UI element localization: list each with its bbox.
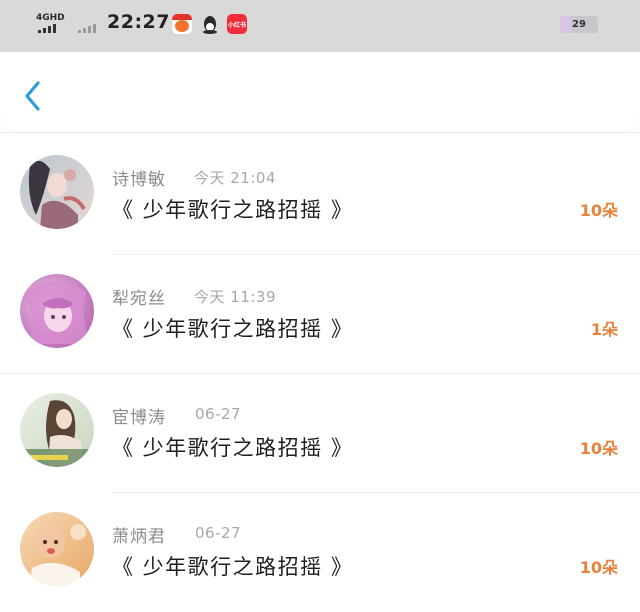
status-time: 22:27 [107,11,170,33]
status-bar: 4GHD 22:27 小红书 29 [0,0,640,52]
avatar[interactable] [20,155,94,229]
list-item[interactable]: 萧炳君 06-27 《 少年歌行之路招摇 》 10朵 [0,494,640,612]
list-item[interactable]: 犁宛丝 今天 11:39 《 少年歌行之路招摇 》 1朵 [0,256,640,374]
sender-name: 犁宛丝 [112,289,166,309]
divider [0,373,640,374]
signal-strength-icon [38,24,56,33]
list-item[interactable]: 宦博涛 06-27 《 少年歌行之路招摇 》 10朵 [0,375,640,493]
xiaohongshu-app-icon: 小红书 [227,14,247,34]
book-title: 《 少年歌行之路招摇 》 [112,198,354,222]
back-button[interactable] [20,78,50,114]
divider [112,492,640,493]
gift-amount: 10朵 [579,201,618,220]
battery-icon: 29 [560,16,598,33]
gift-amount: 10朵 [579,439,618,458]
network-type: 4GHD [36,13,65,23]
battery-level-fill [560,16,572,33]
avatar[interactable] [20,393,94,467]
battery-percent: 29 [572,19,586,30]
game-app-notification-icon [172,14,192,34]
avatar[interactable] [20,274,94,348]
sender-name: 诗博敏 [112,170,166,190]
record-date: 今天 21:04 [194,169,276,187]
record-date: 今天 11:39 [194,288,276,306]
avatar[interactable] [20,512,94,586]
divider [112,254,640,255]
chevron-left-icon [25,81,40,111]
gift-amount: 10朵 [579,558,618,577]
secondary-signal-icon [78,24,96,33]
qq-penguin-icon [201,14,219,34]
book-title: 《 少年歌行之路招摇 》 [112,555,354,579]
book-title: 《 少年歌行之路招摇 》 [112,436,354,460]
list-item[interactable]: 诗博敏 今天 21:04 《 少年歌行之路招摇 》 10朵 [0,137,640,255]
record-date: 06-27 [195,405,242,423]
sender-name: 萧炳君 [112,527,166,547]
navigation-header [0,52,640,132]
record-date: 06-27 [195,524,242,542]
header-divider [0,132,640,133]
sender-name: 宦博涛 [112,408,166,428]
gift-amount: 1朵 [590,320,618,339]
book-title: 《 少年歌行之路招摇 》 [112,317,354,341]
